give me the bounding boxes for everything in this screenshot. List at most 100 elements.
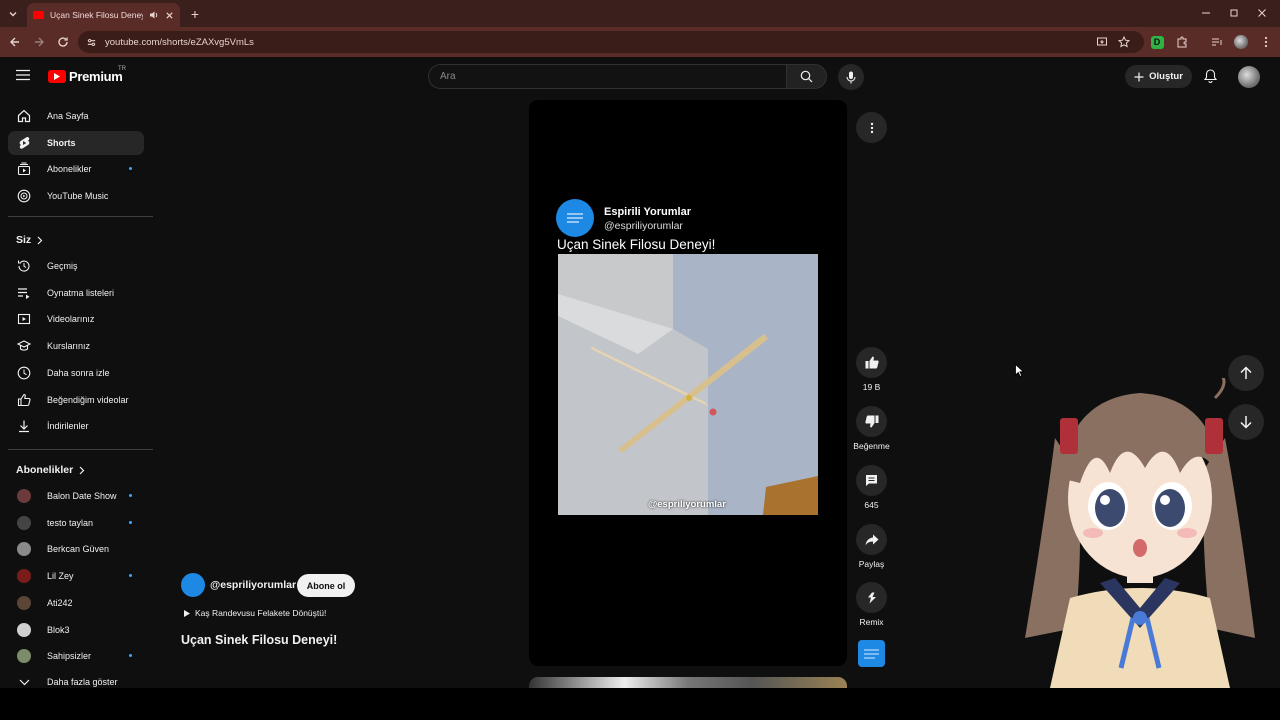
hamburger-icon bbox=[16, 69, 30, 81]
url-text: youtube.com/shorts/eZAXvg5VmLs bbox=[105, 36, 254, 48]
install-icon bbox=[1097, 37, 1107, 46]
sidebar-item-label: Abonelikler bbox=[47, 164, 92, 175]
more-vertical-icon bbox=[1264, 36, 1268, 48]
video-frame[interactable] bbox=[558, 254, 818, 515]
sidebar-item-beğendiğim-videolar[interactable]: Beğendiğim videolar bbox=[8, 388, 144, 412]
subscription-item-sahipsizler[interactable]: Sahipsizler bbox=[8, 644, 144, 668]
music-link[interactable]: Kaş Randevusu Felakete Dönüştü! bbox=[184, 608, 326, 618]
search-button[interactable] bbox=[786, 64, 827, 89]
dislike-button[interactable] bbox=[856, 406, 887, 437]
sidebar-item-youtube-music[interactable]: YouTube Music bbox=[8, 184, 144, 208]
sidebar-item-geçmiş[interactable]: Geçmiş bbox=[8, 254, 144, 278]
card-channel-logo bbox=[556, 199, 594, 237]
search-input[interactable] bbox=[440, 71, 786, 82]
back-button[interactable] bbox=[6, 33, 24, 51]
chevron-right-icon bbox=[79, 466, 85, 474]
close-tab-icon[interactable] bbox=[165, 11, 174, 20]
channel-avatar bbox=[17, 542, 31, 557]
media-control-button[interactable] bbox=[1208, 33, 1226, 51]
subscription-item-berkcan-güven[interactable]: Berkcan Güven bbox=[8, 537, 144, 561]
reload-icon bbox=[58, 37, 68, 47]
sidebar-item-abonelikler[interactable]: Abonelikler bbox=[8, 157, 144, 181]
browser-tab[interactable]: Uçan Sinek Filosu Deneyi! - bbox=[27, 3, 180, 27]
subscription-item-testo-taylan[interactable]: testo taylan bbox=[8, 511, 144, 535]
next-short-preview[interactable] bbox=[529, 677, 847, 688]
sidebar-item-kurslarınız[interactable]: Kurslarınız bbox=[8, 334, 144, 358]
profile-button[interactable] bbox=[1232, 33, 1250, 51]
you-section-heading[interactable]: Siz bbox=[16, 234, 43, 246]
channel-avatar bbox=[17, 515, 31, 530]
subscribe-button[interactable]: Abone ol bbox=[297, 574, 355, 597]
bookmark-button[interactable] bbox=[1115, 33, 1133, 51]
channel-handle[interactable]: @espriliyorumlar bbox=[210, 579, 296, 591]
restore-button[interactable] bbox=[1223, 4, 1245, 22]
install-app-button[interactable] bbox=[1093, 33, 1111, 51]
puzzle-icon bbox=[1177, 36, 1187, 48]
sidebar-item-shorts[interactable]: Shorts bbox=[8, 130, 144, 155]
sidebar-item-label: Balon Date Show bbox=[47, 491, 117, 501]
microphone-icon bbox=[846, 71, 856, 83]
share-label: Paylaş bbox=[858, 559, 885, 569]
arrow-right-icon bbox=[35, 37, 44, 47]
reload-button[interactable] bbox=[54, 33, 72, 51]
subscription-item-lil-zey[interactable]: Lil Zey bbox=[8, 564, 144, 588]
bottom-bar bbox=[0, 688, 1280, 720]
new-tab-button[interactable]: + bbox=[186, 5, 204, 23]
channel-avatar bbox=[17, 649, 31, 664]
playlists-icon bbox=[17, 286, 31, 300]
star-icon bbox=[1118, 36, 1130, 48]
like-button[interactable] bbox=[856, 347, 887, 378]
profile-avatar bbox=[1234, 35, 1248, 49]
logo-wordmark: Premium bbox=[69, 69, 123, 84]
sidebar-item-videolarınız[interactable]: Videolarınız bbox=[8, 307, 144, 331]
sidebar-item-label: Shorts bbox=[47, 137, 76, 148]
sidebar-item-i-ndirilenler[interactable]: İndirilenler bbox=[8, 414, 144, 438]
comments-button[interactable] bbox=[856, 465, 887, 496]
watch-later-icon bbox=[17, 366, 31, 380]
arrow-left-icon bbox=[10, 37, 19, 47]
chevron-right-icon bbox=[37, 236, 43, 244]
site-info-icon[interactable] bbox=[86, 37, 97, 48]
dislike-label: Beğenme bbox=[853, 441, 890, 451]
shorts-icon bbox=[17, 136, 31, 150]
address-bar[interactable]: youtube.com/shorts/eZAXvg5VmLs bbox=[78, 31, 1144, 53]
create-button[interactable]: Oluştur bbox=[1125, 65, 1192, 88]
extensions-button[interactable] bbox=[1173, 33, 1191, 51]
browser-menu-button[interactable] bbox=[1257, 33, 1275, 51]
show-more-label: Daha fazla göster bbox=[47, 677, 118, 687]
share-button[interactable] bbox=[856, 524, 887, 555]
tab-search-button[interactable] bbox=[4, 5, 22, 23]
courses-icon bbox=[17, 339, 31, 353]
forward-button[interactable] bbox=[30, 33, 48, 51]
youtube-premium-logo[interactable]: Premium TR bbox=[48, 66, 126, 84]
voice-search-button[interactable] bbox=[838, 64, 864, 90]
speaker-icon[interactable] bbox=[149, 10, 159, 20]
subscription-item-balon-date-show[interactable]: Balon Date Show bbox=[8, 484, 144, 508]
sidebar-item-oynatma-listeleri[interactable]: Oynatma listeleri bbox=[8, 281, 144, 305]
notifications-button[interactable] bbox=[1200, 66, 1220, 86]
thumbs-up-icon bbox=[865, 356, 879, 369]
sidebar-item-label: Beğendiğim videolar bbox=[47, 394, 129, 405]
chevron-down-icon bbox=[9, 12, 17, 17]
subscription-item-ati242[interactable]: Ati242 bbox=[8, 591, 144, 615]
close-window-button[interactable] bbox=[1251, 4, 1273, 22]
remix-button[interactable] bbox=[856, 582, 887, 613]
guide-menu-button[interactable] bbox=[16, 69, 32, 83]
more-actions-button[interactable] bbox=[856, 112, 887, 143]
channel-thumbnail-button[interactable] bbox=[858, 640, 885, 667]
extension-d-button[interactable]: D bbox=[1148, 33, 1166, 51]
account-avatar[interactable] bbox=[1238, 66, 1260, 88]
channel-logo-icon bbox=[864, 649, 879, 659]
minimize-button[interactable] bbox=[1195, 4, 1217, 22]
new-content-dot bbox=[129, 167, 132, 171]
subscription-item-blok3[interactable]: Blok3 bbox=[8, 618, 144, 642]
sidebar-item-daha-sonra-izle[interactable]: Daha sonra izle bbox=[8, 361, 144, 385]
subscriptions-section-heading[interactable]: Abonelikler bbox=[16, 464, 85, 476]
card-video-title: Uçan Sinek Filosu Deneyi! bbox=[557, 237, 716, 252]
sidebar-item-label: YouTube Music bbox=[47, 191, 109, 202]
card-channel-handle: @espriliyorumlar bbox=[604, 220, 683, 232]
subscriptions-icon bbox=[17, 162, 31, 176]
sidebar-item-ana-sayfa[interactable]: Ana Sayfa bbox=[8, 104, 144, 128]
search-box[interactable] bbox=[428, 64, 786, 89]
channel-avatar[interactable] bbox=[181, 573, 205, 597]
